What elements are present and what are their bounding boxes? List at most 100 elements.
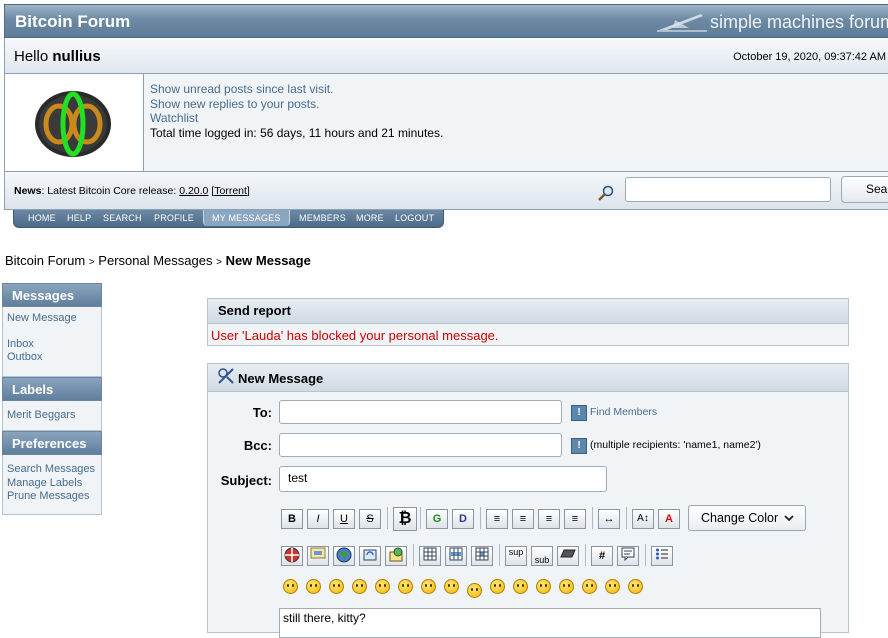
sidebar-labels-title: Labels (2, 377, 102, 401)
sidebar-item-prune-messages[interactable]: Prune Messages (7, 490, 97, 504)
toolbar-divider (585, 544, 586, 566)
breadcrumb-pm[interactable]: Personal Messages (98, 253, 212, 268)
quote-icon (621, 547, 635, 562)
bcc-help-icon[interactable]: ! (571, 438, 587, 454)
toolbar-divider (387, 507, 388, 529)
search-button[interactable]: Sear (841, 176, 888, 203)
bcc-input[interactable] (279, 433, 562, 457)
bold-button[interactable]: B (281, 509, 303, 529)
sidebar-item-manage-labels[interactable]: Manage Labels (7, 477, 97, 491)
smiley-icon[interactable] (582, 579, 597, 594)
smiley-icon[interactable] (329, 579, 344, 594)
subject-input[interactable]: test (279, 466, 607, 492)
sidebar-item-merit-beggars[interactable]: Merit Beggars (7, 409, 97, 423)
smiley-icon[interactable] (605, 579, 620, 594)
insert-table-button[interactable] (419, 546, 441, 566)
to-input[interactable] (279, 400, 562, 424)
smiley-icon[interactable] (559, 579, 574, 594)
send-report-title: Send report (208, 299, 848, 324)
sidebar-item-search-messages[interactable]: Search Messages (7, 463, 97, 477)
smiley-icon[interactable] (306, 579, 321, 594)
sidebar-item-new-message[interactable]: New Message (7, 312, 97, 326)
menu-my-messages[interactable]: MY MESSAGES (203, 210, 290, 226)
insert-row-button[interactable] (445, 546, 467, 566)
smiley-icon[interactable] (283, 579, 298, 594)
email-icon (389, 547, 403, 562)
typewriter-icon (560, 549, 576, 558)
time-logged-in: Total time logged in: 56 days, 11 hours … (150, 125, 444, 140)
avatar-cell (5, 74, 144, 171)
insert-image-button[interactable] (307, 546, 329, 566)
subject-label: Subject: (220, 473, 272, 488)
strike-button[interactable]: S (359, 509, 381, 529)
subscript-button[interactable]: sub (531, 546, 553, 566)
menu-logout[interactable]: LOGOUT (395, 213, 434, 223)
smiley-icon[interactable] (628, 579, 643, 594)
menu-profile[interactable]: PROFILE (154, 213, 194, 223)
unread-posts-link[interactable]: Show unread posts since last visit. (150, 82, 333, 96)
torrent-bracket-close: ] (246, 185, 250, 197)
glow-button[interactable]: G (426, 509, 448, 529)
message-body-textarea[interactable]: still there, kitty? (279, 608, 821, 638)
toolbar-divider (480, 507, 481, 529)
forum-title[interactable]: Bitcoin Forum (15, 12, 130, 32)
menu-more[interactable]: MORE (356, 213, 384, 223)
underline-button[interactable]: U (333, 509, 355, 529)
quote-button[interactable] (617, 546, 639, 566)
smiley-icon[interactable] (536, 579, 551, 594)
send-report-error: User 'Lauda' has blocked your personal m… (211, 328, 499, 343)
sidebar-item-inbox[interactable]: Inbox (7, 338, 97, 352)
insert-email-button[interactable] (385, 546, 407, 566)
user-info: Show unread posts since last visit. Show… (144, 74, 888, 171)
smiley-icon[interactable] (513, 579, 528, 594)
search-input[interactable] (625, 177, 831, 202)
smiley-icon[interactable] (467, 583, 482, 598)
smiley-icon[interactable] (375, 579, 390, 594)
toolbar-divider (413, 544, 414, 566)
italic-button[interactable]: I (307, 509, 329, 529)
shadow-button[interactable]: D (452, 509, 474, 529)
menu-members[interactable]: MEMBERS (299, 213, 346, 223)
new-replies-link[interactable]: Show new replies to your posts. (150, 97, 319, 111)
sidebar-item-outbox[interactable]: Outbox (7, 351, 97, 365)
hello-bar: Hello nullius October 19, 2020, 09:37:42… (4, 38, 888, 74)
menu-search[interactable]: SEARCH (103, 213, 142, 223)
align-justify-button[interactable]: ≡ (512, 509, 534, 529)
torrent-link[interactable]: Torrent (214, 185, 247, 197)
change-color-select[interactable]: Change Color (688, 505, 806, 531)
code-button[interactable]: # (591, 546, 613, 566)
list-button[interactable] (651, 546, 673, 566)
menu-help[interactable]: HELP (67, 213, 91, 223)
toolbar-divider (645, 544, 646, 566)
find-members-icon[interactable]: ! (571, 405, 587, 421)
insert-cell-button[interactable] (471, 546, 493, 566)
flash-button[interactable] (281, 546, 303, 566)
compose-box: New Message To: ! Find Members Bcc: ! (m… (207, 363, 849, 638)
bitcoin-button[interactable]: ₿ (393, 507, 417, 531)
avatar[interactable] (35, 84, 111, 160)
smiley-icon[interactable] (421, 579, 436, 594)
insert-ftp-button[interactable] (359, 546, 381, 566)
version-link[interactable]: 0.20.0 (179, 185, 208, 197)
font-color-button[interactable]: A (658, 509, 680, 529)
superscript-button[interactable]: sup (505, 546, 527, 566)
send-report: Send report User 'Lauda' has blocked you… (207, 298, 849, 346)
font-size-button[interactable]: A↕ (632, 509, 654, 529)
chevron-down-icon (784, 515, 794, 522)
align-left-button[interactable]: ≡ (486, 509, 508, 529)
menu-home[interactable]: HOME (28, 213, 56, 223)
news-text: : Latest Bitcoin Core release: (41, 185, 180, 197)
smiley-icon[interactable] (444, 579, 459, 594)
align-right-button[interactable]: ≡ (564, 509, 586, 529)
breadcrumb-forum[interactable]: Bitcoin Forum (5, 253, 85, 268)
horizontal-rule-button[interactable]: ↔ (598, 509, 620, 529)
smiley-icon[interactable] (398, 579, 413, 594)
toolbar-divider (499, 544, 500, 566)
teletype-button[interactable] (557, 546, 579, 566)
watchlist-link[interactable]: Watchlist (150, 111, 198, 125)
smiley-icon[interactable] (352, 579, 367, 594)
find-members-link[interactable]: Find Members (590, 406, 657, 418)
smiley-icon[interactable] (490, 579, 505, 594)
insert-link-button[interactable] (333, 546, 355, 566)
align-center-button[interactable]: ≡ (538, 509, 560, 529)
